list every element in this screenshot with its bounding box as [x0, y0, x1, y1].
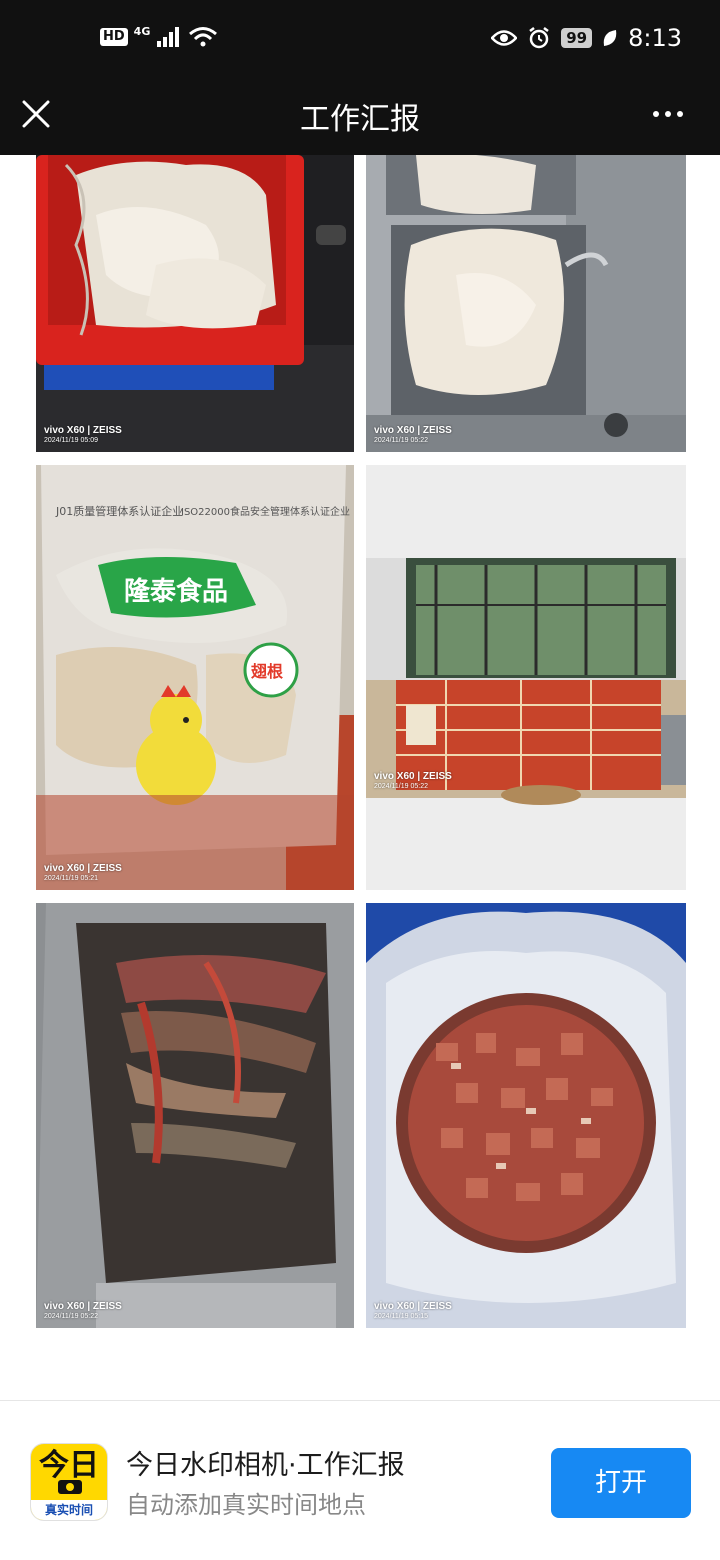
more-dot-icon [653, 111, 659, 117]
photo-chicken-crate-image [36, 155, 354, 452]
battery-indicator: 99 [561, 28, 593, 48]
watermark-date: 2024/11/19 05:22 [374, 437, 428, 444]
photo-boxes-room[interactable]: vivo X60 | ZEISS 2024/11/19 05:22 [366, 465, 686, 890]
watermark-date: 2024/11/19 05:22 [44, 1313, 98, 1320]
status-left: HD 4G [100, 24, 218, 48]
promo-subtitle: 自动添加真实时间地点 [126, 1491, 366, 1519]
photo-wing-package-image: J01质量管理体系认证企业 ISO22000食品安全管理体系认证企业 隆泰食品 … [36, 465, 354, 890]
photo-watermark: vivo X60 | ZEISS 2024/11/19 05:21 [44, 863, 122, 882]
network-type: 4G [133, 24, 151, 38]
photo-chicken-sink[interactable]: vivo X60 | ZEISS 2024/11/19 05:22 [366, 155, 686, 452]
watermark-camera: vivo X60 | ZEISS [374, 425, 452, 436]
more-dot-icon [677, 111, 683, 117]
watermark-camera: vivo X60 | ZEISS [44, 1301, 122, 1312]
status-right: 99 8:13 [491, 24, 682, 52]
alarm-icon [529, 27, 549, 49]
watermark-date: 2024/11/19 05:15 [374, 1313, 428, 1320]
photo-watermark: vivo X60 | ZEISS 2024/11/19 05:22 [44, 1301, 122, 1320]
more-options-button[interactable] [648, 104, 688, 124]
hd-badge: HD [100, 28, 128, 46]
watermark-camera: vivo X60 | ZEISS [374, 1301, 452, 1312]
status-bar: HD 4G 99 8:13 [0, 0, 720, 84]
app-icon[interactable]: 今日 真实时间 [30, 1443, 108, 1521]
photo-watermark: vivo X60 | ZEISS 2024/11/19 05:22 [374, 425, 452, 444]
package-brand: 隆泰食品 [124, 576, 228, 607]
title-bar: 工作汇报 [0, 84, 720, 155]
watermark-camera: vivo X60 | ZEISS [44, 425, 122, 436]
watermark-date: 2024/11/19 05:21 [44, 875, 98, 882]
watermark-camera: vivo X60 | ZEISS [374, 771, 452, 782]
photo-chicken-crate[interactable]: vivo X60 | ZEISS 2024/11/19 05:09 [36, 155, 354, 452]
package-cert-left: J01质量管理体系认证企业 [55, 504, 183, 518]
photo-watermark: vivo X60 | ZEISS 2024/11/19 05:22 [374, 771, 452, 790]
clock: 8:13 [628, 24, 682, 52]
promo-title: 今日水印相机·工作汇报 [126, 1450, 405, 1481]
package-cert-right: ISO22000食品安全管理体系认证企业 [181, 505, 350, 518]
app-promo-bar: 今日 真实时间 今日水印相机·工作汇报 自动添加真实时间地点 打开 [0, 1401, 720, 1560]
package-stamp: 翅根 [250, 662, 283, 681]
leaf-icon [603, 30, 617, 46]
watermark-camera: vivo X60 | ZEISS [44, 863, 122, 874]
more-dot-icon [665, 111, 671, 117]
signal-icon [157, 27, 180, 47]
photo-grid: vivo X60 | ZEISS 2024/11/19 05:09 vivo X… [0, 155, 720, 1400]
app-icon-strip: 真实时间 [31, 1500, 107, 1520]
photo-watermark: vivo X60 | ZEISS 2024/11/19 05:15 [374, 1301, 452, 1320]
photo-boxes-room-image [366, 465, 686, 890]
photo-fish-sink-image [36, 903, 354, 1328]
eye-icon [491, 30, 518, 46]
photo-diced-meat-image [366, 903, 686, 1328]
open-button[interactable]: 打开 [551, 1448, 691, 1518]
watermark-date: 2024/11/19 05:22 [374, 783, 428, 790]
photo-diced-meat[interactable]: vivo X60 | ZEISS 2024/11/19 05:15 [366, 903, 686, 1328]
photo-wing-package[interactable]: J01质量管理体系认证企业 ISO22000食品安全管理体系认证企业 隆泰食品 … [36, 465, 354, 890]
photo-chicken-sink-image [366, 155, 686, 452]
photo-watermark: vivo X60 | ZEISS 2024/11/19 05:09 [44, 425, 122, 444]
page-title: 工作汇报 [300, 102, 420, 137]
photo-fish-sink[interactable]: vivo X60 | ZEISS 2024/11/19 05:22 [36, 903, 354, 1328]
wifi-icon [189, 27, 218, 47]
watermark-date: 2024/11/19 05:09 [44, 437, 98, 444]
